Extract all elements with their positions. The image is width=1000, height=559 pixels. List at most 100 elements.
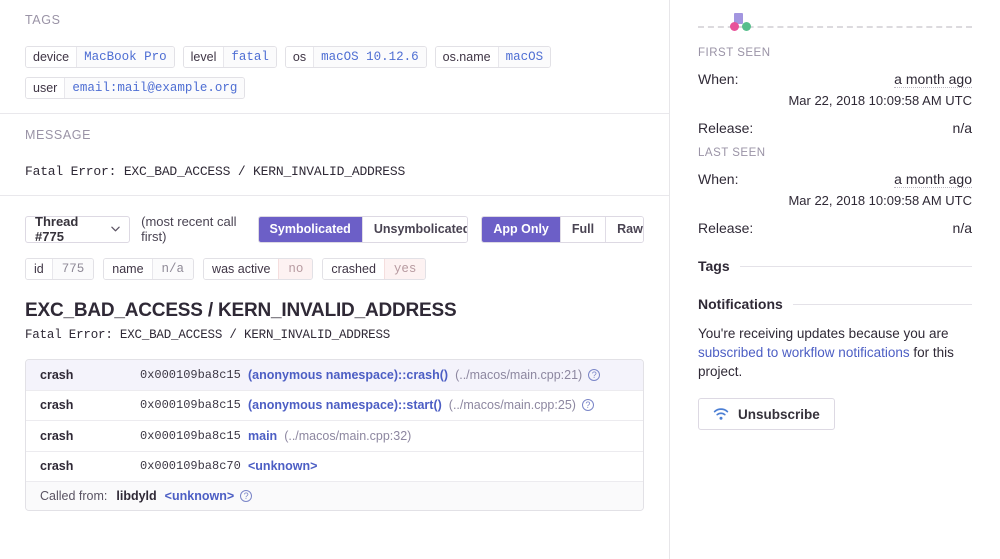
meta-value: no: [278, 259, 313, 279]
tag-value[interactable]: macOS: [497, 47, 551, 67]
broadcast-icon: [713, 407, 729, 421]
unsubscribe-button-label: Unsubscribe: [738, 406, 820, 422]
frame-location: (../macos/main.cpp:25): [448, 398, 576, 413]
thread-meta-crashed: crashed yes: [322, 258, 427, 280]
frame-package: crash: [40, 459, 74, 474]
tag-row: user email:mail@example.org: [25, 77, 644, 99]
frame-address: 0x000109ba8c15: [140, 367, 241, 382]
thread-meta-was-active: was active no: [203, 258, 314, 280]
stack-frame[interactable]: crash 0x000109ba8c15 (anonymous namespac…: [26, 391, 643, 421]
segment-full[interactable]: Full: [559, 216, 606, 242]
tag-key: os.name: [435, 47, 498, 67]
sidebar-notifications-heading-label: Notifications: [698, 296, 783, 312]
meta-value: n/a: [151, 259, 194, 279]
thread-meta-id: id 775: [25, 258, 95, 280]
last-seen-when-value[interactable]: a month ago: [894, 171, 972, 188]
segment-app-only[interactable]: App Only: [482, 216, 560, 242]
meta-value: yes: [383, 259, 426, 279]
stacktrace-controls: Thread #775 (most recent call first) Sym…: [0, 196, 669, 244]
thread-select[interactable]: Thread #775: [25, 214, 131, 244]
stack-frame[interactable]: crash 0x000109ba8c15 main (../macos/main…: [26, 421, 643, 452]
notification-description: You're receiving updates because you are…: [698, 324, 972, 381]
first-seen-when-value[interactable]: a month ago: [894, 71, 972, 88]
tag-pill-level[interactable]: level fatal: [182, 46, 277, 68]
exception-subtitle: Fatal Error: EXC_BAD_ACCESS / KERN_INVAL…: [25, 328, 391, 342]
tag-key: user: [26, 78, 65, 98]
help-icon[interactable]: ?: [588, 368, 601, 381]
frame-location: (../macos/main.cpp:32): [284, 428, 412, 443]
heading-rule: [792, 303, 972, 305]
tag-pill-os-name[interactable]: os.name macOS: [434, 46, 552, 68]
timeline-dashed-line: [698, 26, 972, 28]
meta-key: crashed: [323, 259, 384, 279]
last-seen-release-value: n/a: [952, 220, 972, 236]
tag-key: level: [183, 47, 224, 67]
frame-address: 0x000109ba8c15: [140, 428, 241, 443]
thread-meta-name: name n/a: [103, 258, 195, 280]
tag-pill-list: device MacBook Pro level fatal os macOS …: [25, 46, 644, 99]
heading-rule: [739, 265, 972, 267]
frame-address: 0x000109ba8c15: [140, 398, 241, 413]
call-order-hint: (most recent call first): [141, 214, 237, 244]
stack-frame[interactable]: crash 0x000109ba8c70 <unknown>: [26, 452, 643, 482]
notification-text-before: You're receiving updates because you are: [698, 326, 949, 341]
first-seen-release-label: Release:: [698, 120, 754, 136]
workflow-notifications-link[interactable]: subscribed to workflow notifications: [698, 345, 910, 360]
first-seen-label: FIRST SEEN: [698, 47, 771, 59]
first-seen-when-label: When:: [698, 71, 739, 87]
first-seen-dot-icon[interactable]: [730, 22, 739, 31]
first-seen-exact-time: Mar 22, 2018 10:09:58 AM UTC: [788, 93, 972, 108]
called-from-symbol[interactable]: <unknown>: [165, 489, 234, 503]
last-seen-dot-icon[interactable]: [742, 22, 751, 31]
tag-value[interactable]: email:mail@example.org: [64, 78, 245, 98]
tag-value[interactable]: fatal: [223, 47, 276, 67]
thread-meta-pills: id 775 name n/a was active no crashed ye…: [0, 244, 669, 280]
issue-detail-page: TAGS device MacBook Pro level fatal os m…: [0, 0, 1000, 559]
frame-function[interactable]: <unknown>: [248, 459, 317, 473]
sidebar-notifications-heading: Notifications: [698, 296, 972, 312]
meta-key: id: [26, 259, 52, 279]
tag-key: os: [285, 47, 314, 67]
segment-raw[interactable]: Raw: [605, 216, 644, 242]
last-seen-exact-time: Mar 22, 2018 10:09:58 AM UTC: [788, 193, 972, 208]
first-seen-release-row: Release: n/a: [698, 120, 972, 136]
tag-pill-user[interactable]: user email:mail@example.org: [25, 77, 246, 99]
stacktrace-list: crash 0x000109ba8c15 (anonymous namespac…: [25, 359, 644, 511]
first-seen-release-value: n/a: [952, 120, 972, 136]
last-seen-label: LAST SEEN: [698, 147, 766, 159]
called-from-footer: Called from: libdyld <unknown> ?: [26, 482, 643, 510]
frame-function[interactable]: (anonymous namespace)::start(): [248, 398, 442, 412]
frame-package: crash: [40, 367, 74, 382]
tag-pill-os[interactable]: os macOS 10.12.6: [284, 46, 427, 68]
message-text: Fatal Error: EXC_BAD_ACCESS / KERN_INVAL…: [25, 164, 406, 179]
frame-package: crash: [40, 428, 74, 443]
segment-symbolicated[interactable]: Symbolicated: [258, 216, 362, 242]
seen-timeline-graph: [698, 10, 972, 36]
help-icon[interactable]: ?: [581, 399, 594, 412]
frame-function[interactable]: main: [248, 429, 277, 443]
message-section-label: MESSAGE: [25, 128, 92, 142]
last-seen-release-label: Release:: [698, 220, 754, 236]
meta-key: name: [104, 259, 152, 279]
issue-sidebar: FIRST SEEN When: a month ago Mar 22, 201…: [670, 0, 1000, 559]
frame-location: (../macos/main.cpp:21): [455, 367, 583, 382]
meta-value: 775: [51, 259, 94, 279]
tags-section-label: TAGS: [25, 13, 61, 27]
tag-value[interactable]: MacBook Pro: [76, 47, 174, 67]
thread-select-label: Thread #775: [35, 214, 79, 244]
unsubscribe-button[interactable]: Unsubscribe: [698, 398, 835, 430]
frame-function[interactable]: (anonymous namespace)::crash(): [248, 368, 448, 382]
help-icon[interactable]: ?: [240, 490, 253, 502]
detail-level-toggle-group: App Only Full Raw: [481, 215, 644, 243]
called-from-module: libdyld: [116, 489, 157, 503]
stack-frame[interactable]: crash 0x000109ba8c15 (anonymous namespac…: [26, 360, 643, 391]
frame-package: crash: [40, 398, 74, 413]
tag-pill-device[interactable]: device MacBook Pro: [25, 46, 175, 68]
first-seen-when-row: When: a month ago: [698, 71, 972, 88]
tags-section: TAGS device MacBook Pro level fatal os m…: [0, 0, 669, 113]
exception-block: EXC_BAD_ACCESS / KERN_INVALID_ADDRESS Fa…: [0, 280, 669, 342]
segment-unsymbolicated[interactable]: Unsymbolicated: [361, 216, 468, 242]
exception-title: EXC_BAD_ACCESS / KERN_INVALID_ADDRESS: [25, 300, 457, 321]
tag-value[interactable]: macOS 10.12.6: [313, 47, 426, 67]
meta-key: was active: [204, 259, 279, 279]
